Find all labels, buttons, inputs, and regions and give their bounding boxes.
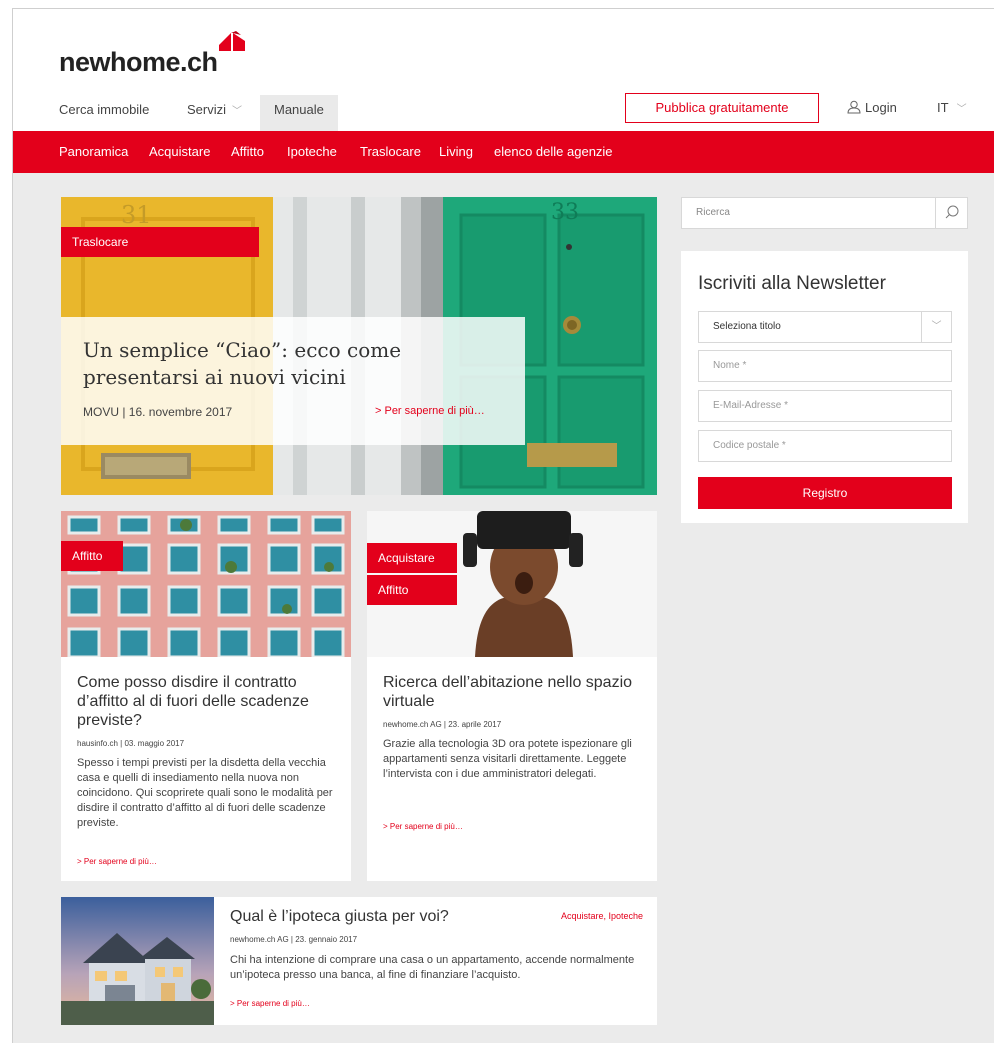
publish-free-button[interactable]: Pubblica gratuitamente	[625, 93, 819, 123]
article-card-affitto[interactable]: Affitto Come posso disdire il contratto …	[61, 511, 351, 881]
svg-text:33: 33	[551, 200, 579, 225]
nav-servizi[interactable]: Servizi ﹀	[187, 95, 242, 131]
subnav-traslocare[interactable]: Traslocare	[360, 131, 421, 173]
search-box[interactable]: Ricerca	[681, 197, 968, 229]
search-input[interactable]: Ricerca	[696, 198, 730, 228]
subnav-affitto[interactable]: Affitto	[231, 131, 264, 173]
zip-field[interactable]: Codice postale *	[698, 430, 952, 462]
nav-cerca-immobile[interactable]: Cerca immobile	[59, 95, 149, 131]
logo-roof-icon	[219, 31, 245, 51]
nav-manuale[interactable]: Manuale	[260, 95, 338, 131]
card-text: Spesso i tempi previsti per la disdetta …	[77, 757, 333, 829]
login-link[interactable]: Login	[847, 93, 897, 123]
card-read-more-link[interactable]: > Per saperne di più…	[383, 822, 463, 831]
card-text: Chi ha intenzione di comprare una casa o…	[230, 954, 635, 981]
language-select[interactable]: IT ﹀	[937, 93, 967, 125]
hero-meta: MOVU | 16. novembre 2017	[83, 405, 233, 419]
card-image-building	[61, 511, 351, 657]
hero-caption: Un semplice “Ciao”: ecco come presentars…	[61, 317, 525, 445]
card-text: Grazie alla tecnologia 3D ora potete isp…	[383, 738, 632, 780]
chevron-down-icon: ﹀	[921, 312, 951, 342]
tag-acquistare[interactable]: Acquistare	[367, 543, 457, 573]
subnav-panoramica[interactable]: Panoramica	[59, 131, 128, 173]
card-read-more-link[interactable]: > Per saperne di più…	[77, 857, 157, 866]
svg-text:31: 31	[121, 201, 152, 229]
card-meta: hausinfo.ch | 03. maggio 2017	[77, 739, 185, 748]
subnav-agencies[interactable]: elenco delle agenzie	[494, 131, 613, 173]
tag-traslocare[interactable]: Traslocare	[61, 227, 259, 257]
hero-title[interactable]: Un semplice “Ciao”: ecco come presentars…	[83, 337, 513, 391]
article-row-ipoteca[interactable]: Qual è l’ipoteca giusta per voi? Acquist…	[61, 897, 657, 1025]
card-title[interactable]: Come posso disdire il contratto d’affitt…	[77, 673, 339, 730]
hero-read-more-link[interactable]: > Per saperne di più…	[375, 405, 485, 417]
subnav-living[interactable]: Living	[439, 131, 473, 173]
category-nav: Panoramica Acquistare Affitto Ipoteche T…	[13, 131, 994, 173]
user-icon	[847, 100, 861, 114]
card-meta: newhome.ch AG | 23. aprile 2017	[383, 720, 502, 729]
card-read-more-link[interactable]: > Per saperne di più…	[230, 999, 310, 1008]
building-facade-image	[61, 511, 351, 657]
chevron-down-icon: ﹀	[232, 106, 243, 117]
register-button[interactable]: Registro	[698, 477, 952, 509]
card-title[interactable]: Ricerca dell’abitazione nello spazio vir…	[383, 673, 645, 711]
site-logo[interactable]: newhome.ch	[59, 47, 218, 78]
house-image	[61, 897, 214, 1025]
card-tags[interactable]: Acquistare, Ipoteche	[561, 911, 643, 921]
newsletter-title: Iscriviti alla Newsletter	[698, 273, 886, 294]
browser-page: newhome.ch Cerca immobile Servizi ﹀ Manua…	[12, 8, 994, 1043]
article-card-vr[interactable]: Acquistare Affitto Ricerca dell’abitazio…	[367, 511, 657, 881]
subnav-ipoteche[interactable]: Ipoteche	[287, 131, 337, 173]
email-field[interactable]: E-Mail-Adresse *	[698, 390, 952, 422]
name-field[interactable]: Nome *	[698, 350, 952, 382]
tag-affitto[interactable]: Affitto	[61, 541, 123, 571]
search-icon	[945, 205, 959, 219]
site-header: newhome.ch Cerca immobile Servizi ﹀ Manua…	[13, 9, 994, 131]
subnav-acquistare[interactable]: Acquistare	[149, 131, 210, 173]
card-meta: newhome.ch AG | 23. gennaio 2017	[230, 935, 358, 944]
chevron-down-icon: ﹀	[956, 104, 967, 115]
card-image-house	[61, 897, 214, 1025]
card-title[interactable]: Qual è l’ipoteca giusta per voi?	[230, 907, 510, 926]
search-button[interactable]	[935, 198, 967, 228]
hero-article[interactable]: 31 33 Traslocare Un semplice “Ciao”: ecc…	[61, 197, 657, 495]
title-select[interactable]: Seleziona titolo ﹀	[698, 311, 952, 343]
tag-affitto[interactable]: Affitto	[367, 575, 457, 605]
newsletter-form: Iscriviti alla Newsletter Seleziona tito…	[681, 251, 968, 523]
